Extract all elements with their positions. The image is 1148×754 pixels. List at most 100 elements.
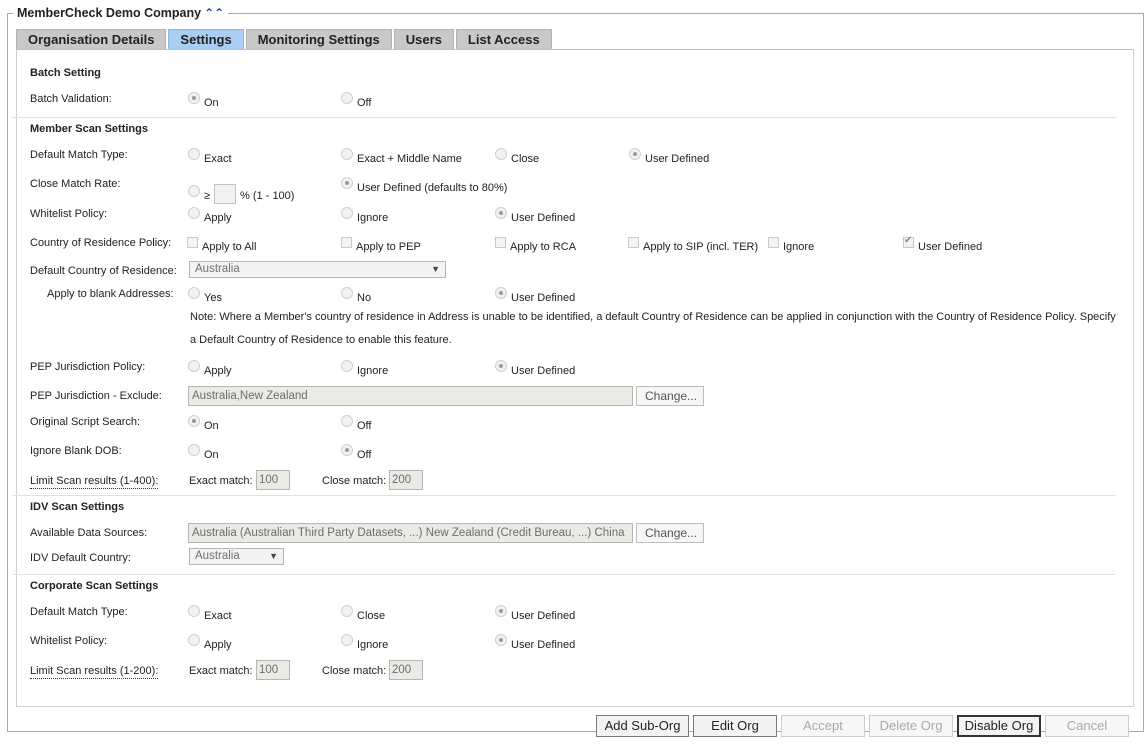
close-match-rate-custom[interactable]: ≥ % (1 - 100) [188, 182, 294, 204]
corporate-match-exact[interactable]: Exact [188, 605, 232, 622]
corporate-whitelist-user-defined[interactable]: User Defined [495, 634, 575, 651]
pep-policy-user-defined[interactable]: User Defined [495, 360, 575, 377]
edit-org-button[interactable]: Edit Org [693, 715, 777, 737]
ignore-blank-dob-on[interactable]: On [188, 444, 219, 461]
double-chevron-up-icon[interactable]: ⌃⌃ [204, 7, 224, 19]
radio-button[interactable] [341, 92, 353, 104]
batch-validation-label: Batch Validation: [30, 93, 112, 105]
disable-org-button[interactable]: Disable Org [957, 715, 1041, 737]
member-whitelist-label: Whitelist Policy: [30, 208, 108, 220]
residence-note-line1: Note: Where a Member's country of reside… [190, 311, 1116, 323]
radio-button[interactable] [188, 360, 200, 372]
member-close-match-input[interactable]: 200 [389, 470, 423, 490]
blank-addresses-no[interactable]: No [341, 287, 371, 304]
close-match-rate-input[interactable] [214, 184, 237, 204]
data-sources-label: Available Data Sources: [30, 527, 148, 539]
tab-list-access[interactable]: List Access [455, 29, 552, 49]
member-match-close[interactable]: Close [495, 148, 539, 165]
residence-apply-pep[interactable]: Apply to PEP [341, 237, 421, 253]
radio-button[interactable] [495, 287, 507, 299]
residence-ignore[interactable]: Ignore [768, 237, 814, 253]
checkbox[interactable] [768, 237, 779, 248]
radio-button[interactable] [188, 415, 200, 427]
radio-button[interactable] [495, 605, 507, 617]
radio-button[interactable] [495, 360, 507, 372]
radio-button[interactable] [188, 605, 200, 617]
radio-button[interactable] [188, 148, 200, 160]
corporate-match-user-defined[interactable]: User Defined [495, 605, 575, 622]
radio-button[interactable] [495, 634, 507, 646]
member-whitelist-apply[interactable]: Apply [188, 207, 232, 224]
corporate-close-match-input[interactable]: 200 [389, 660, 423, 680]
add-sub-org-button[interactable]: Add Sub-Org [596, 715, 689, 737]
radio-button[interactable] [629, 148, 641, 160]
radio-button[interactable] [341, 444, 353, 456]
close-match-rate-user-defined[interactable]: User Defined (defaults to 80%) [341, 177, 507, 194]
tab-organisation-details[interactable]: Organisation Details [16, 29, 167, 49]
tab-monitoring-settings[interactable]: Monitoring Settings [245, 29, 392, 49]
corporate-scan-heading: Corporate Scan Settings [30, 580, 159, 592]
ignore-blank-dob-off[interactable]: Off [341, 444, 371, 461]
checkbox[interactable] [341, 237, 352, 248]
corporate-match-close[interactable]: Close [341, 605, 385, 622]
radio-button[interactable] [341, 634, 353, 646]
radio-button[interactable] [341, 287, 353, 299]
tab-bar: Organisation Details Settings Monitoring… [16, 29, 552, 49]
radio-button[interactable] [188, 92, 200, 104]
radio-button[interactable] [341, 177, 353, 189]
delete-org-button[interactable]: Delete Org [869, 715, 953, 737]
blank-addresses-yes[interactable]: Yes [188, 287, 222, 304]
radio-button[interactable] [188, 444, 200, 456]
idv-default-country-label: IDV Default Country: [30, 552, 131, 564]
radio-button[interactable] [188, 634, 200, 646]
member-exact-match-label: Exact match: [189, 475, 253, 487]
checkbox[interactable] [628, 237, 639, 248]
original-script-on[interactable]: On [188, 415, 219, 432]
default-country-select[interactable]: Australia ▼ [189, 261, 446, 278]
blank-addresses-user-defined[interactable]: User Defined [495, 287, 575, 304]
member-whitelist-ignore[interactable]: Ignore [341, 207, 388, 224]
radio-button[interactable] [495, 207, 507, 219]
member-exact-match-input[interactable]: 100 [256, 470, 290, 490]
radio-button[interactable] [341, 415, 353, 427]
radio-button[interactable] [188, 185, 200, 197]
tab-users[interactable]: Users [393, 29, 454, 49]
checkbox[interactable] [187, 237, 198, 248]
pep-policy-ignore[interactable]: Ignore [341, 360, 388, 377]
checkbox[interactable] [495, 237, 506, 248]
batch-validation-on[interactable]: On [188, 92, 219, 109]
radio-button[interactable] [341, 148, 353, 160]
pep-exclude-field[interactable]: Australia,New Zealand [188, 386, 633, 406]
batch-validation-off[interactable]: Off [341, 92, 371, 109]
member-match-exact[interactable]: Exact [188, 148, 232, 165]
member-whitelist-user-defined[interactable]: User Defined [495, 207, 575, 224]
radio-button[interactable] [341, 605, 353, 617]
residence-user-defined[interactable]: User Defined [903, 235, 982, 253]
radio-button[interactable] [341, 207, 353, 219]
radio-button[interactable] [188, 287, 200, 299]
organisation-title: MemberCheck Demo Company [17, 6, 202, 20]
data-sources-change-button[interactable]: Change... [636, 523, 704, 543]
member-match-user-defined[interactable]: User Defined [629, 148, 709, 165]
residence-apply-rca[interactable]: Apply to RCA [495, 237, 576, 253]
radio-button[interactable] [495, 148, 507, 160]
residence-apply-sip[interactable]: Apply to SIP (incl. TER) [628, 237, 758, 253]
idv-default-country-select[interactable]: Australia ▼ [189, 548, 284, 565]
corporate-whitelist-apply[interactable]: Apply [188, 634, 232, 651]
checkbox[interactable] [903, 235, 914, 248]
data-sources-field[interactable]: Australia (Australian Third Party Datase… [188, 523, 633, 543]
corporate-whitelist-ignore[interactable]: Ignore [341, 634, 388, 651]
member-close-match-label: Close match: [322, 475, 387, 487]
radio-button[interactable] [341, 360, 353, 372]
member-match-exact-middle[interactable]: Exact + Middle Name [341, 148, 462, 165]
tab-settings[interactable]: Settings [168, 29, 244, 49]
residence-apply-all[interactable]: Apply to All [187, 237, 256, 253]
original-script-off[interactable]: Off [341, 415, 371, 432]
cancel-button[interactable]: Cancel [1045, 715, 1129, 737]
accept-button[interactable]: Accept [781, 715, 865, 737]
radio-button[interactable] [188, 207, 200, 219]
member-limit-label: Limit Scan results (1-400): [30, 475, 159, 489]
corporate-exact-match-input[interactable]: 100 [256, 660, 290, 680]
pep-exclude-change-button[interactable]: Change... [636, 386, 704, 406]
pep-policy-apply[interactable]: Apply [188, 360, 232, 377]
